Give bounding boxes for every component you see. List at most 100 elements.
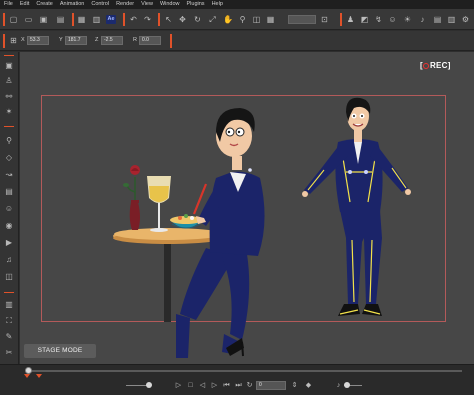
timeline-bar: ▷ □ ◁ ▷ ⏮ ⏭ ↻ 0 ⇕ ◆ ♪ bbox=[0, 364, 474, 395]
key-icon[interactable]: ◆ bbox=[304, 381, 313, 390]
rotate-icon[interactable]: ↻ bbox=[193, 15, 202, 24]
main-toolbar: ▢ ▭ ▣ ▤ ▦ ▥ Ae ↶ ↷ ↖ ✥ ↻ ⤢ ✋ ⚲ ◫ ▦ ⊡ ♟ ◩… bbox=[0, 9, 474, 30]
menu-control[interactable]: Control bbox=[91, 0, 109, 9]
import-icon[interactable]: ▤ bbox=[56, 15, 65, 24]
toolbar-separator bbox=[340, 13, 342, 26]
next-frame-icon[interactable]: ▷ bbox=[210, 381, 219, 390]
toolbar-separator bbox=[3, 34, 5, 48]
stage-icon[interactable]: ▣ bbox=[3, 61, 15, 71]
toolbar-separator bbox=[158, 13, 160, 26]
x-label: X bbox=[21, 37, 25, 43]
timeline-icon[interactable]: ▤ bbox=[3, 187, 15, 197]
library-icon[interactable]: ▥ bbox=[447, 15, 456, 24]
stop-icon[interactable]: □ bbox=[186, 381, 195, 390]
pan-hand-icon[interactable]: ✋ bbox=[223, 15, 233, 24]
new-file-icon[interactable]: ▢ bbox=[9, 15, 18, 24]
keyframe-icon[interactable]: ◇ bbox=[3, 153, 15, 163]
layers-icon[interactable]: ▥ bbox=[3, 300, 15, 310]
y-label: Y bbox=[59, 37, 63, 43]
grid-icon[interactable]: ▦ bbox=[266, 15, 275, 24]
after-effects-button[interactable]: Ae bbox=[106, 15, 116, 24]
export-video-icon[interactable]: ▶ bbox=[3, 238, 15, 248]
x-position-input[interactable]: 53.3 bbox=[27, 36, 49, 45]
sprite-icon[interactable]: ✶ bbox=[3, 107, 15, 117]
speed-slider-knob[interactable] bbox=[344, 382, 350, 388]
scene-canvas bbox=[113, 97, 411, 358]
toolbar-separator bbox=[4, 126, 14, 127]
undo-icon[interactable]: ↶ bbox=[129, 15, 138, 24]
menu-view[interactable]: View bbox=[141, 0, 153, 9]
export-icon[interactable]: ▥ bbox=[92, 15, 101, 24]
fit-view-icon[interactable]: ⊡ bbox=[320, 15, 329, 24]
left-toolbar: ▣ ♙ ⚯ ✶ ⚲ ◇ ↝ ▤ ☺ ◉ ▶ ♫ ◫ ▥ ⛶ ✎ ✂ bbox=[0, 52, 19, 368]
camera-view-icon[interactable]: ◫ bbox=[3, 272, 15, 282]
menu-animation[interactable]: Animation bbox=[60, 0, 84, 9]
motion-icon[interactable]: ↯ bbox=[374, 15, 383, 24]
brush-icon[interactable]: ✎ bbox=[3, 332, 15, 342]
stage-mode-button[interactable]: STAGE MODE bbox=[24, 344, 96, 358]
range-start-marker[interactable] bbox=[24, 374, 30, 378]
audio-track-icon[interactable]: ♫ bbox=[3, 255, 15, 265]
lip-sync-icon[interactable]: ◉ bbox=[3, 221, 15, 231]
z-label: Z bbox=[95, 37, 99, 43]
camera-icon[interactable]: ◫ bbox=[252, 15, 261, 24]
y-position-input[interactable]: 181.7 bbox=[65, 36, 87, 45]
playhead-handle[interactable] bbox=[25, 367, 32, 374]
loop-icon[interactable]: ↻ bbox=[245, 381, 254, 390]
last-frame-icon[interactable]: ⏭ bbox=[234, 381, 243, 390]
volume-slider-knob[interactable] bbox=[146, 382, 152, 388]
rec-label: REC bbox=[429, 61, 448, 70]
actor-icon[interactable]: ♟ bbox=[346, 15, 355, 24]
r-label: R bbox=[133, 37, 137, 43]
play-icon[interactable]: ▷ bbox=[174, 381, 183, 390]
light-icon[interactable]: ☀ bbox=[403, 15, 412, 24]
record-indicator[interactable]: [REC] bbox=[420, 60, 460, 72]
speaker-icon[interactable]: ♪ bbox=[334, 381, 343, 390]
audio-icon[interactable]: ♪ bbox=[418, 15, 427, 24]
app-window: File Edit Create Animation Control Rende… bbox=[0, 0, 474, 395]
menu-help[interactable]: Help bbox=[212, 0, 223, 9]
frame-stepper-icon[interactable]: ⇕ bbox=[290, 381, 299, 390]
move-icon[interactable]: ✥ bbox=[178, 15, 187, 24]
nodes-icon[interactable]: ⛶ bbox=[3, 316, 15, 326]
face-puppet-icon[interactable]: ☺ bbox=[3, 204, 15, 214]
menu-render[interactable]: Render bbox=[116, 0, 134, 9]
transform-mode-icon[interactable]: ⊞ bbox=[9, 36, 18, 45]
rotation-input[interactable]: 0.0 bbox=[139, 36, 161, 45]
zoom-icon[interactable]: ⚲ bbox=[238, 15, 247, 24]
bone-edit-icon[interactable]: ⚯ bbox=[3, 92, 15, 102]
render-icon[interactable]: ▦ bbox=[77, 15, 86, 24]
timeline-track[interactable] bbox=[28, 370, 462, 372]
first-frame-icon[interactable]: ⏮ bbox=[222, 381, 231, 390]
menu-plugins[interactable]: Plugins bbox=[187, 0, 205, 9]
redo-icon[interactable]: ↷ bbox=[143, 15, 152, 24]
z-position-input[interactable]: -2.5 bbox=[101, 36, 123, 45]
menu-window[interactable]: Window bbox=[160, 0, 180, 9]
props-icon[interactable]: ◩ bbox=[360, 15, 369, 24]
food-bowl[interactable] bbox=[170, 214, 202, 229]
wine-glass[interactable] bbox=[147, 176, 171, 232]
scale-icon[interactable]: ⤢ bbox=[208, 15, 217, 24]
puppet-icon[interactable]: ⚲ bbox=[3, 136, 15, 146]
previous-frame-icon[interactable]: ◁ bbox=[198, 381, 207, 390]
select-arrow-icon[interactable]: ↖ bbox=[164, 15, 173, 24]
transform-toolbar: ⊞ X 53.3 Y 181.7 Z -2.5 R 0.0 bbox=[0, 31, 474, 51]
layer-icon[interactable]: ▤ bbox=[433, 15, 442, 24]
range-end-marker[interactable] bbox=[36, 374, 42, 378]
save-icon[interactable]: ▣ bbox=[39, 15, 48, 24]
menu-create[interactable]: Create bbox=[36, 0, 53, 9]
menu-edit[interactable]: Edit bbox=[20, 0, 29, 9]
toolbar-separator bbox=[123, 13, 125, 26]
zoom-dropdown[interactable] bbox=[288, 15, 316, 24]
rose-vase[interactable] bbox=[123, 165, 140, 230]
tools-icon[interactable]: ✂ bbox=[3, 348, 15, 358]
frame-number-input[interactable]: 0 bbox=[256, 381, 286, 390]
face-icon[interactable]: ☺ bbox=[388, 15, 397, 24]
open-folder-icon[interactable]: ▭ bbox=[24, 15, 33, 24]
settings-icon[interactable]: ⚙ bbox=[461, 15, 470, 24]
motion-path-icon[interactable]: ↝ bbox=[3, 170, 15, 180]
menu-file[interactable]: File bbox=[4, 0, 13, 9]
character-icon[interactable]: ♙ bbox=[3, 76, 15, 86]
standing-man-character[interactable] bbox=[302, 97, 411, 316]
stage-viewport[interactable]: [REC] STAGE MODE bbox=[20, 52, 474, 364]
